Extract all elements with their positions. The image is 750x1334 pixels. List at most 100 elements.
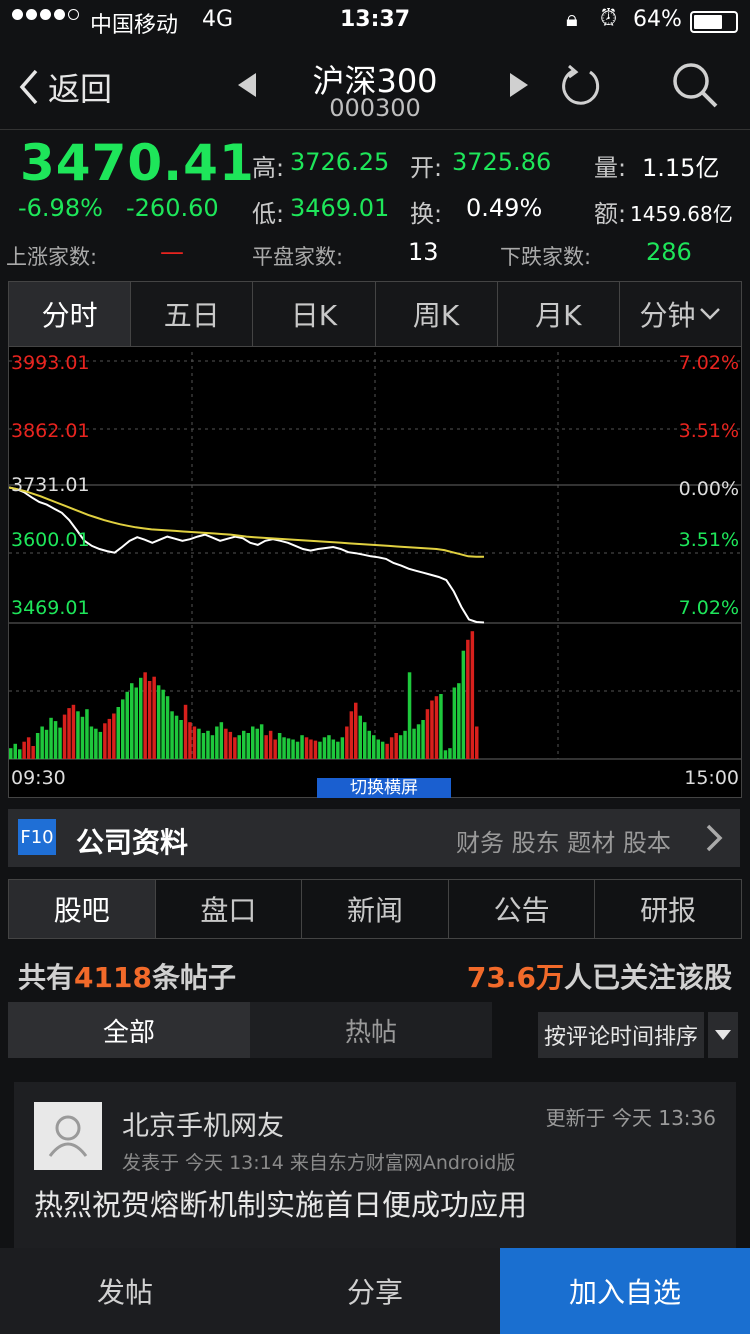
tab-orderbook[interactable]: 盘口 xyxy=(156,880,303,938)
volume-bar xyxy=(170,711,174,759)
tab-forum[interactable]: 股吧 xyxy=(9,880,156,938)
tab-daily-k[interactable]: 日K xyxy=(253,282,376,346)
volume-bar xyxy=(219,722,224,759)
volume-bar xyxy=(18,749,22,760)
sort-dropdown-toggle[interactable] xyxy=(708,1012,738,1058)
volume-bar xyxy=(268,730,273,759)
post-title[interactable]: 热烈祝贺熔断机制实施首日便成功应用 xyxy=(34,1182,527,1224)
volume-bar xyxy=(183,704,188,759)
low-label: 低: xyxy=(252,200,285,228)
filter-hot-button[interactable]: 热帖 xyxy=(250,1002,492,1058)
volume-bar xyxy=(385,743,389,759)
volume-bar xyxy=(71,704,76,759)
post-card[interactable]: 北京手机网友 更新于 今天 13:36 发表于 今天 13:14 来自东方财富网… xyxy=(14,1082,736,1252)
bottom-action-bar: 发帖 分享 加入自选 xyxy=(0,1248,750,1334)
volume-bar xyxy=(85,709,89,759)
volume-bar xyxy=(233,737,237,759)
volume-bar xyxy=(49,717,53,759)
switch-landscape-button[interactable]: 切换横屏 xyxy=(317,778,451,798)
volume-bar xyxy=(295,741,300,759)
flat-count-value: 13 xyxy=(408,238,439,266)
amount-label: 额: xyxy=(594,200,627,228)
volume-bar xyxy=(139,677,143,760)
post-author[interactable]: 北京手机网友 xyxy=(122,1104,284,1143)
f10-bar[interactable]: F10 公司资料 财务 股东 题材 股本 xyxy=(8,809,740,867)
volume-bar xyxy=(470,631,475,759)
add-watchlist-button[interactable]: 加入自选 xyxy=(500,1248,750,1334)
battery-percent: 64% xyxy=(633,7,682,32)
volume-bar xyxy=(22,741,26,759)
refresh-icon[interactable] xyxy=(560,64,602,106)
volume-bar xyxy=(224,728,228,759)
y-left-label: 3862.01 xyxy=(11,420,90,442)
x-end-label: 15:00 xyxy=(684,767,739,789)
filter-all-button[interactable]: 全部 xyxy=(8,1002,250,1058)
post-button[interactable]: 发帖 xyxy=(0,1248,250,1334)
volume-bar xyxy=(98,731,103,759)
tab-five-day[interactable]: 五日 xyxy=(131,282,254,346)
turnover-value: 0.49% xyxy=(466,194,543,222)
y-left-label: 3600.01 xyxy=(11,529,90,551)
turnover-label: 换: xyxy=(410,200,443,228)
post-count: 共有4118条帖子 xyxy=(18,956,236,996)
volume-bar xyxy=(277,733,282,759)
tab-news[interactable]: 新闻 xyxy=(302,880,449,938)
volume-bar xyxy=(40,726,44,759)
volume-bar xyxy=(403,730,407,759)
follower-text: 人已关注该股 xyxy=(563,961,732,994)
flat-count-label: 平盘家数: xyxy=(252,245,344,269)
tab-announcements[interactable]: 公告 xyxy=(449,880,596,938)
tab-intraday[interactable]: 分时 xyxy=(9,282,132,346)
share-button[interactable]: 分享 xyxy=(250,1248,500,1334)
volume-bar xyxy=(121,699,125,759)
volume-bar xyxy=(421,720,425,759)
volume-bar xyxy=(313,740,318,759)
chart-canvas xyxy=(9,352,741,760)
volume-bar xyxy=(322,737,327,759)
down-count-label: 下跌家数: xyxy=(500,245,592,269)
volume-bar xyxy=(394,733,398,759)
y-left-label: 3731.01 xyxy=(11,474,90,496)
post-meta: 发表于 今天 13:14 来自东方财富网Android版 xyxy=(122,1152,516,1174)
volume-value: 1.15亿 xyxy=(642,154,720,182)
y-left-label: 3469.01 xyxy=(11,597,90,619)
post-count-suffix: 条帖子 xyxy=(151,961,236,994)
user-icon xyxy=(48,1115,88,1157)
volume-bar xyxy=(461,650,466,759)
volume-bar xyxy=(242,730,246,759)
down-count-value: 286 xyxy=(646,238,692,266)
tab-research[interactable]: 研报 xyxy=(595,880,741,938)
search-icon[interactable] xyxy=(670,60,720,110)
rotation-lock-icon: 🔒︎ xyxy=(566,7,578,32)
volume-bar xyxy=(273,739,277,759)
volume-bar xyxy=(259,724,264,759)
volume-bar xyxy=(246,733,250,759)
volume-bar xyxy=(53,721,58,759)
volume-bar xyxy=(286,738,291,759)
tab-weekly-k[interactable]: 周K xyxy=(376,282,498,346)
volume-bar xyxy=(125,691,129,759)
volume-bar xyxy=(363,722,367,759)
volume-bar xyxy=(237,735,241,759)
volume-bar xyxy=(372,735,376,759)
volume-bar xyxy=(147,681,152,759)
y-right-label: 3.51% xyxy=(678,420,739,442)
volume-bar xyxy=(210,735,215,759)
tab-minute[interactable]: 分钟 xyxy=(620,282,741,346)
volume-bar xyxy=(376,739,380,759)
last-price: 3470.41 xyxy=(20,134,255,192)
intraday-chart[interactable]: 3993.01 3862.01 3731.01 3600.01 3469.01 … xyxy=(8,346,742,798)
change-percent: -6.98% xyxy=(18,194,103,222)
volume-bar xyxy=(349,711,354,759)
volume-bar xyxy=(201,733,206,759)
up-count-value: — xyxy=(160,238,184,266)
sort-select[interactable]: 按评论时间排序 xyxy=(538,1012,704,1058)
caret-down-icon xyxy=(715,1030,731,1040)
tab-monthly-k[interactable]: 月K xyxy=(498,282,620,346)
next-stock-arrow-icon[interactable] xyxy=(508,72,530,98)
volume-bar xyxy=(215,726,219,759)
volume-bar xyxy=(291,739,295,759)
volume-label: 量: xyxy=(594,154,627,182)
open-label: 开: xyxy=(410,154,443,182)
status-bar: 中国移动 4G 13:37 🔒︎ ⏰︎ 64% xyxy=(0,0,750,40)
